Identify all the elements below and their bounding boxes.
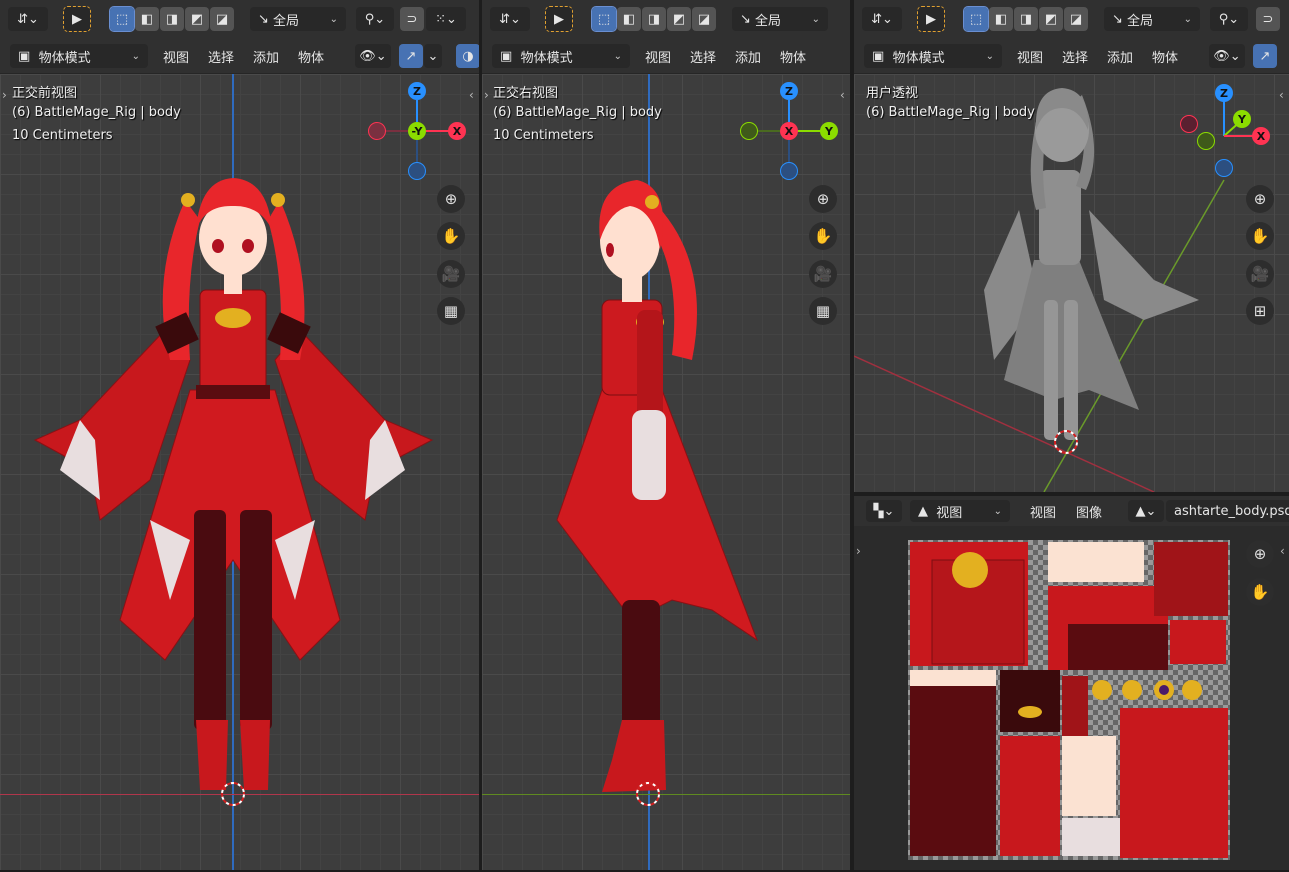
- character-perspective-model[interactable]: [854, 0, 1289, 492]
- editor-type-button[interactable]: ▚⌄: [866, 500, 902, 522]
- texture-image[interactable]: [908, 540, 1230, 860]
- viewport-front[interactable]: ⇵⌄ ▶ ⬚ ◧ ◨ ◩ ◪ ↘ 全局 ⌄ ⚲⌄ ⊃ ⁙⌄ ▣ 物体模式 ⌄ 视…: [0, 0, 479, 870]
- menu-image[interactable]: 图像: [1070, 500, 1108, 522]
- view-mode-dropdown[interactable]: ▲ 视图 ⌄: [910, 500, 1010, 522]
- zoom-icon[interactable]: ⊕: [1246, 540, 1274, 568]
- image-browse-button[interactable]: ▲⌄: [1128, 500, 1164, 522]
- image-editor-header: ▚⌄ ▲ 视图 ⌄ 视图 图像 ▲⌄ ashtarte_body.psd: [854, 496, 1289, 526]
- character-side-model[interactable]: [482, 0, 850, 870]
- sidebar-expand-icon[interactable]: ‹: [1280, 544, 1285, 558]
- image-name-field[interactable]: ashtarte_body.psd: [1166, 500, 1289, 522]
- pan-hand-icon[interactable]: ✋: [1246, 578, 1274, 606]
- toolbar-expand-icon[interactable]: ›: [856, 544, 861, 558]
- menu-view[interactable]: 视图: [1024, 500, 1062, 522]
- character-front-model[interactable]: [0, 0, 479, 870]
- image-editor[interactable]: ▚⌄ ▲ 视图 ⌄ 视图 图像 ▲⌄ ashtarte_body.psd › ‹…: [854, 496, 1289, 870]
- chevron-down-icon: ⌄: [993, 505, 1002, 517]
- viewport-right[interactable]: ⇵⌄ ▶ ⬚ ◧ ◨ ◩ ◪ ↘ 全局 ⌄ ▣ 物体模式 ⌄ 视图 选择 添加 …: [482, 0, 850, 870]
- image-view-icon: ▲: [918, 503, 937, 519]
- viewport-perspective[interactable]: ⇵⌄ ▶ ⬚ ◧ ◨ ◩ ◪ ↘ 全局 ⌄ ⚲⌄ ⊃ ▣ 物体模式 ⌄ 视图 选…: [854, 0, 1289, 492]
